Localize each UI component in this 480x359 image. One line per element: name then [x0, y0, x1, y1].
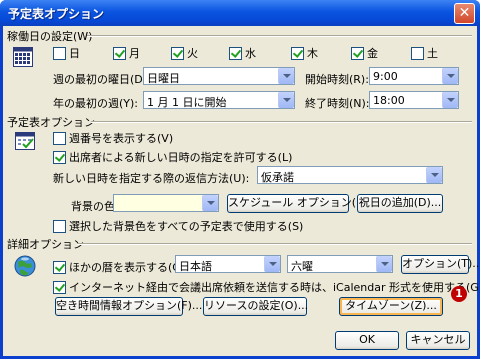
chevron-down-icon	[278, 68, 294, 84]
chevron-down-icon	[442, 92, 458, 108]
chevron-down-icon	[426, 167, 442, 183]
add-holidays-button[interactable]: 祝日の追加(D)...	[357, 194, 443, 213]
divider	[87, 35, 472, 37]
cancel-button[interactable]: キャンセル	[406, 331, 470, 350]
start-time-select[interactable]: 9:00	[369, 67, 459, 85]
close-icon: ✕	[458, 5, 471, 21]
first-day-select[interactable]: 日曜日	[143, 67, 295, 85]
first-day-label: 週の最初の曜日(D):	[53, 73, 151, 86]
options-dialog: 予定表オプション ✕ 稼働日の設定(W) 日 月 火 水 木 金 土 週の最初の曜日(D):…	[0, 0, 480, 359]
calendar-options-section-label: 予定表オプション	[7, 116, 95, 129]
first-week-label: 年の最初の週(Y):	[53, 97, 139, 110]
dialog-client: 稼働日の設定(W) 日 月 火 水 木 金 土 週の最初の曜日(D): 日曜日 開始時刻(R…	[3, 26, 480, 356]
globe-calendar-icon	[14, 255, 36, 277]
chevron-down-icon	[376, 256, 392, 272]
chevron-down-icon	[278, 92, 294, 108]
checkbox-box[interactable]	[53, 46, 66, 60]
icalendar-checkbox[interactable]: インターネット経由で会議出席依頼を送信する時は、iCalendar 形式を使用す…	[53, 279, 480, 295]
bg-color-select[interactable]	[113, 194, 219, 212]
divider	[91, 121, 472, 123]
workday-checkbox[interactable]: 木	[291, 45, 318, 61]
resource-settings-button[interactable]: リソースの設定(O)...	[203, 297, 308, 316]
annotation-badge: 1	[451, 286, 467, 302]
divider	[77, 243, 472, 245]
free-busy-options-button[interactable]: 空き時間情報オプション(F)...	[55, 297, 202, 316]
calendar-check-icon	[15, 132, 35, 150]
advanced-section-label: 詳細オプション	[7, 238, 84, 251]
chevron-down-icon	[202, 195, 218, 211]
alt-calendar-type-select[interactable]: 六曜	[287, 255, 393, 273]
checkbox-box[interactable]	[171, 46, 184, 60]
chevron-down-icon	[442, 68, 458, 84]
checkbox-box[interactable]	[291, 46, 304, 60]
checkbox-box[interactable]	[53, 219, 66, 233]
response-label: 新しい日時を指定する際の返信方法(U):	[53, 172, 250, 185]
start-time-label: 開始時刻(R):	[305, 73, 369, 86]
checkbox-box[interactable]	[53, 150, 66, 164]
first-week-select[interactable]: 1 月 1 日に開始	[143, 91, 295, 109]
workdays-section-label: 稼働日の設定(W)	[7, 30, 93, 43]
checkbox-box[interactable]	[113, 46, 126, 60]
title-bar[interactable]: 予定表オプション ✕	[0, 0, 480, 26]
workday-checkbox[interactable]: 金	[351, 45, 378, 61]
workday-checkbox[interactable]: 土	[411, 45, 438, 61]
workday-checkbox[interactable]: 日	[53, 45, 80, 61]
alt-calendar-lang-select[interactable]: 日本語	[175, 255, 281, 273]
checkbox-box[interactable]	[53, 280, 66, 294]
checkbox-box[interactable]	[53, 260, 66, 274]
checkbox-box[interactable]	[53, 131, 66, 145]
checkbox-box[interactable]	[411, 46, 424, 60]
schedule-options-button[interactable]: スケジュール オプション(P)...	[227, 194, 377, 213]
show-week-numbers-checkbox[interactable]: 週番号を表示する(V)	[53, 130, 173, 146]
checkbox-box[interactable]	[229, 46, 242, 60]
calendar-grid-icon	[13, 47, 33, 67]
close-button[interactable]: ✕	[454, 3, 475, 24]
response-select[interactable]: 仮承諾	[257, 166, 443, 184]
workday-checkbox[interactable]: 水	[229, 45, 256, 61]
workday-checkbox[interactable]: 火	[171, 45, 198, 61]
workday-checkbox[interactable]: 月	[113, 45, 140, 61]
checkbox-box[interactable]	[351, 46, 364, 60]
use-bg-all-checkbox[interactable]: 選択した背景色をすべての予定表で使用する(S)	[53, 218, 303, 234]
ok-button[interactable]: OK	[335, 331, 399, 350]
timezone-button[interactable]: タイムゾーン(Z)...	[339, 297, 443, 316]
chevron-down-icon	[264, 256, 280, 272]
alt-calendar-options-button[interactable]: オプション(T)...	[401, 255, 480, 274]
window-title: 予定表オプション	[8, 7, 105, 21]
alt-calendar-checkbox[interactable]: ほかの暦を表示する(C):	[53, 259, 188, 275]
allow-propose-times-checkbox[interactable]: 出席者による新しい日時の指定を許可する(L)	[53, 149, 292, 165]
end-time-select[interactable]: 18:00	[369, 91, 459, 109]
end-time-label: 終了時刻(N):	[305, 97, 370, 110]
